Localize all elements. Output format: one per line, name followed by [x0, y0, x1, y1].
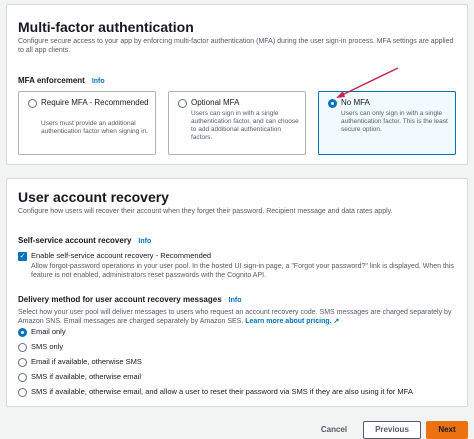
radio-sms-otherwise-email[interactable]	[18, 373, 27, 382]
mfa-description: Configure secure access to your app by e…	[18, 38, 454, 54]
radio-sms-only[interactable]	[18, 343, 27, 352]
delivery-info-link[interactable]: Info	[229, 297, 242, 304]
delivery-method-label: Delivery method for user account recover…	[18, 295, 241, 304]
mfa-option-title: Optional MFA	[191, 98, 240, 107]
mfa-option-description: Users must provide an additional authent…	[41, 120, 148, 135]
mfa-option-optional[interactable]: Optional MFA Users can sign in with a si…	[168, 91, 306, 155]
mfa-option-none[interactable]: No MFA Users can only sign in with a sin…	[318, 91, 456, 155]
self-service-checkbox[interactable]: ✓	[18, 252, 27, 261]
cancel-button[interactable]: Cancel	[316, 421, 352, 439]
delivery-option-label[interactable]: SMS if available, otherwise email, and a…	[31, 387, 463, 397]
external-link-icon: ↗	[333, 318, 340, 325]
recovery-description: Configure how users will recover their a…	[18, 208, 393, 215]
delivery-method-label-text: Delivery method for user account recover…	[18, 295, 222, 304]
self-service-label-text: Self-service account recovery	[18, 236, 132, 245]
mfa-title: Multi-factor authentication	[18, 19, 194, 35]
radio-email-otherwise-sms[interactable]	[18, 358, 27, 367]
mfa-option-description: Users can sign in with a single authenti…	[191, 110, 299, 141]
mfa-option-title: No MFA	[341, 98, 370, 107]
delivery-option-label[interactable]: Email only	[31, 327, 66, 337]
radio-sms-with-mfa-reset[interactable]	[18, 388, 27, 397]
radio-optional-mfa[interactable]	[178, 99, 187, 108]
delivery-method-description-text: Select how your user pool will deliver m…	[18, 309, 452, 325]
mfa-enforcement-label: MFA enforcement Info	[18, 76, 105, 85]
previous-button[interactable]: Previous	[363, 421, 421, 439]
delivery-method-description: Select how your user pool will deliver m…	[18, 308, 458, 326]
delivery-option-label[interactable]: SMS if available, otherwise email	[31, 372, 141, 382]
radio-require-mfa[interactable]	[28, 99, 37, 108]
delivery-option-label[interactable]: Email if available, otherwise SMS	[31, 357, 142, 367]
mfa-option-title: Require MFA - Recommended	[41, 98, 149, 107]
mfa-info-link[interactable]: Info	[92, 78, 105, 85]
self-service-label: Self-service account recovery Info	[18, 236, 151, 245]
self-service-info-link[interactable]: Info	[138, 238, 151, 245]
next-button[interactable]: Next	[426, 421, 468, 439]
radio-no-mfa[interactable]	[328, 99, 337, 108]
mfa-panel: Multi-factor authentication Configure se…	[6, 4, 468, 165]
self-service-checkbox-description: Allow forgot-password operations in your…	[31, 263, 454, 279]
radio-email-only[interactable]	[18, 328, 27, 337]
delivery-option-label[interactable]: SMS only	[31, 342, 63, 352]
self-service-checkbox-label[interactable]: Enable self-service account recovery - R…	[31, 251, 211, 261]
recovery-panel: User account recovery Configure how user…	[6, 178, 468, 407]
learn-more-pricing-link[interactable]: Learn more about pricing.	[245, 318, 331, 325]
recovery-title: User account recovery	[18, 189, 169, 205]
mfa-enforcement-label-text: MFA enforcement	[18, 76, 85, 85]
mfa-option-require[interactable]: Require MFA - Recommended Users must pro…	[18, 91, 156, 155]
mfa-option-description: Users can only sign in with a single aut…	[341, 110, 448, 133]
